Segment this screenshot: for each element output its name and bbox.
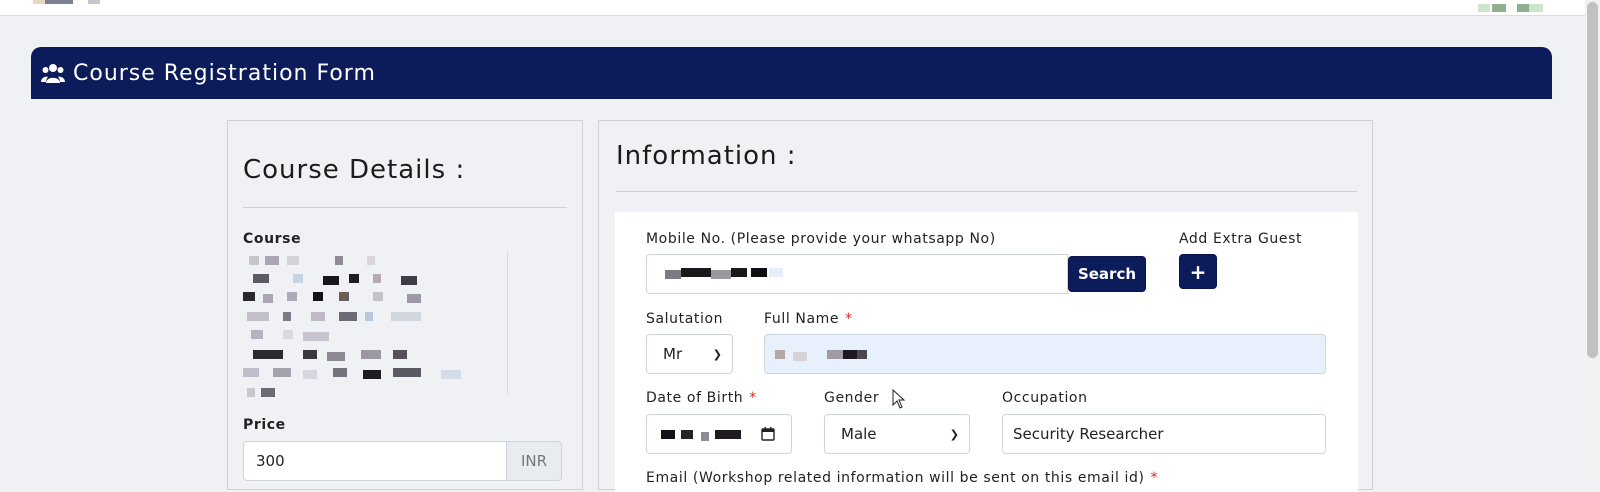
nav-item-fragment[interactable] (1492, 4, 1506, 12)
search-button[interactable]: Search (1068, 256, 1146, 292)
add-extra-guest-button[interactable]: + (1179, 254, 1217, 289)
salutation-label: Salutation (646, 311, 724, 327)
divider (243, 207, 567, 208)
nav-item-fragment[interactable] (1529, 4, 1543, 12)
dob-input[interactable] (646, 414, 792, 454)
users-icon (41, 64, 65, 83)
scroll-divider (507, 251, 508, 395)
salutation-value: Mr (663, 345, 683, 363)
email-label-text: Email (Workshop related information will… (646, 470, 1145, 486)
gender-select[interactable]: Male ❯ (824, 414, 970, 454)
course-description-redacted (243, 254, 503, 397)
currency-addon: INR (506, 441, 562, 481)
chevron-down-icon: ❯ (949, 427, 959, 441)
dob-label-text: Date of Birth (646, 390, 744, 406)
salutation-select[interactable]: Mr ❯ (646, 334, 733, 374)
dob-label: Date of Birth * (646, 390, 757, 406)
form-title: Course Registration Form (73, 60, 376, 86)
chevron-down-icon: ❯ (712, 347, 722, 361)
information-heading: Information : (616, 141, 797, 171)
mobile-input[interactable] (646, 254, 1068, 294)
logo-fragment (33, 0, 45, 4)
calendar-icon[interactable] (761, 427, 775, 441)
logo-fragment (45, 0, 73, 4)
logo-fragment (88, 0, 100, 4)
course-details-panel: Course Details : Course Price 300 INR (227, 120, 583, 490)
required-marker: * (845, 311, 853, 327)
form-header-banner: Course Registration Form (31, 47, 1552, 99)
nav-item-fragment[interactable] (1478, 4, 1490, 12)
course-details-heading: Course Details : (243, 155, 466, 185)
divider (616, 191, 1357, 192)
mobile-label: Mobile No. (Please provide your whatsapp… (646, 231, 996, 247)
mouse-cursor-icon (892, 389, 906, 409)
fullname-label-text: Full Name (764, 311, 840, 327)
gender-label: Gender (824, 390, 880, 406)
price-label: Price (243, 417, 286, 433)
page-scrollbar[interactable] (1585, 0, 1600, 480)
required-marker: * (749, 390, 757, 406)
occupation-label: Occupation (1002, 390, 1088, 406)
scrollbar-thumb[interactable] (1587, 2, 1598, 358)
extra-guest-label: Add Extra Guest (1179, 231, 1303, 247)
required-marker: * (1150, 470, 1159, 486)
fullname-label: Full Name * (764, 311, 853, 327)
email-label: Email (Workshop related information will… (646, 470, 1158, 486)
occupation-input[interactable]: Security Researcher (1002, 414, 1326, 454)
fullname-input[interactable] (764, 334, 1326, 374)
top-navbar (0, 0, 1585, 16)
nav-item-fragment[interactable] (1517, 4, 1529, 12)
price-input[interactable]: 300 (243, 441, 507, 481)
course-label: Course (243, 231, 302, 247)
gender-value: Male (841, 425, 877, 443)
